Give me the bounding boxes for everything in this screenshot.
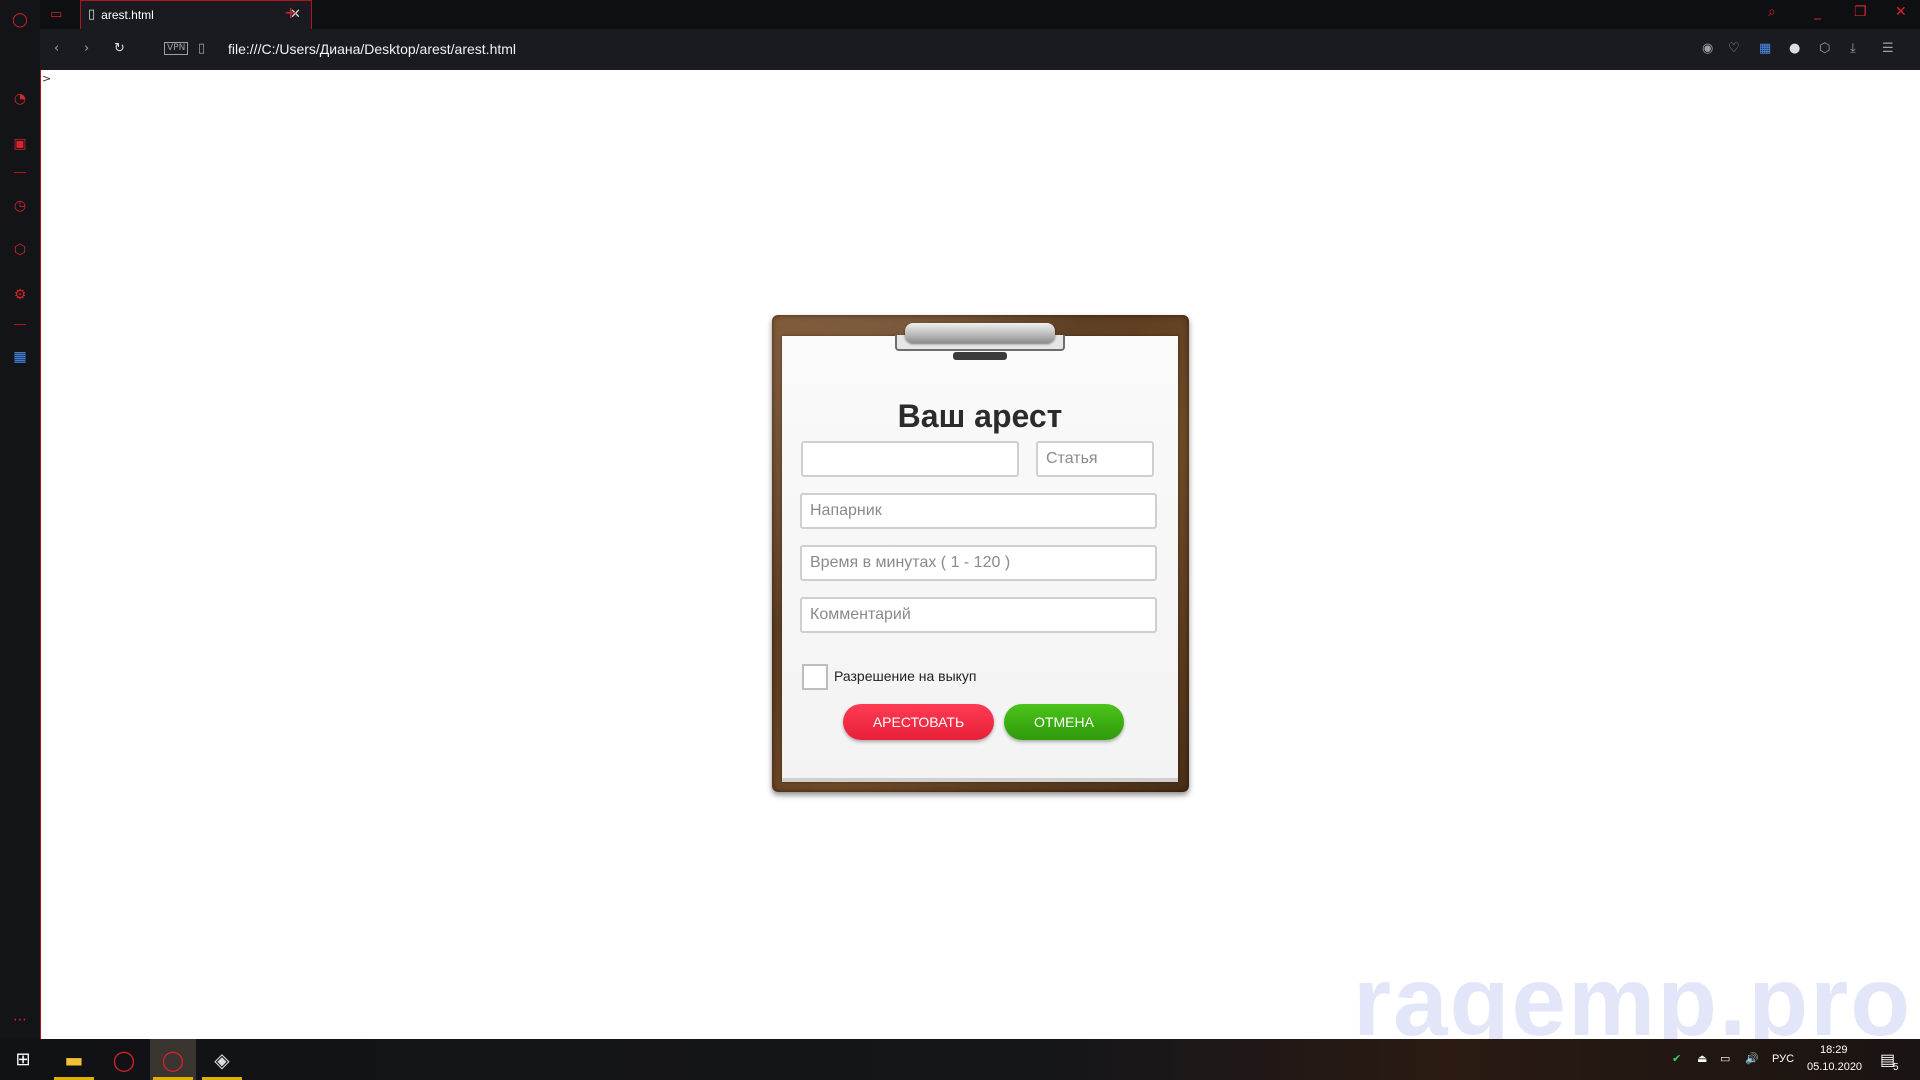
search-tabs-icon[interactable]: ⌕ — [1768, 4, 1776, 20]
clock-date[interactable]: 05.10.2020 — [1807, 1061, 1862, 1073]
snapshot-icon[interactable]: ◉ — [1702, 41, 1713, 57]
tab-arest-html[interactable]: ▯ arest.html ✕ — [80, 0, 312, 29]
address-bar: ‹ › ↻ VPN ▯ file:///C:/Users/Диана/Deskt… — [40, 29, 1920, 70]
name-input[interactable] — [801, 441, 1019, 477]
vpn-badge[interactable]: VPN — [164, 42, 189, 55]
twitch-icon[interactable]: ▣ — [0, 130, 40, 158]
reload-icon[interactable]: ↻ — [114, 41, 125, 57]
page-caret: > — [42, 72, 52, 85]
arrest-clipboard: Ваш арест Разрешение на выкуп АРЕСТОВАТЬ… — [772, 315, 1189, 792]
tab-title: arest.html — [101, 8, 154, 22]
cancel-button[interactable]: ОТМЕНА — [1004, 704, 1124, 740]
translator-ext-icon[interactable]: ▦ — [1759, 41, 1771, 57]
bail-checkbox-label: Разрешение на выкуп — [834, 668, 977, 684]
easy-setup-icon[interactable]: ☰ — [1882, 41, 1894, 57]
partner-input[interactable] — [800, 493, 1157, 529]
close-window-icon[interactable]: ✕ — [1895, 4, 1907, 20]
comment-input[interactable] — [800, 597, 1157, 633]
speed-dial-icon[interactable]: ◔ — [0, 85, 40, 113]
time-input[interactable] — [800, 545, 1157, 581]
form-title: Ваш арест — [897, 398, 1063, 434]
bail-checkbox[interactable] — [802, 664, 828, 690]
more-icon[interactable]: ⋯ — [0, 1006, 40, 1034]
clip-slot — [953, 352, 1007, 360]
page-info-icon[interactable]: ▯ — [198, 41, 205, 57]
downloads-icon[interactable]: ⤓ — [1850, 41, 1856, 57]
browser-sidebar: ◯ ◔ ▣ ◷ ⬡ ⚙ ▦ ⋯ — [0, 0, 41, 1039]
sidebar-divider — [14, 324, 26, 325]
volume-tray-icon[interactable]: 🔊 — [1745, 1052, 1759, 1065]
forward-icon[interactable]: › — [84, 41, 89, 57]
notifications-count: 5 — [1893, 1062, 1899, 1073]
app-taskbar-icon[interactable]: ◈ — [199, 1039, 245, 1080]
network-tray-icon[interactable]: ▭ — [1720, 1052, 1730, 1065]
language-indicator[interactable]: РУС — [1772, 1053, 1794, 1065]
form-paper: Ваш арест Разрешение на выкуп АРЕСТОВАТЬ… — [782, 336, 1178, 782]
extensions-icon[interactable]: ⬡ — [0, 236, 40, 264]
page-content: > Ваш арест Разрешение на выкуп АРЕСТОВА… — [41, 70, 1920, 1056]
restore-icon[interactable]: ❐ — [1854, 4, 1867, 20]
clip-top — [905, 323, 1055, 343]
opera-gx-taskbar-icon[interactable]: ◯ — [150, 1039, 196, 1080]
back-icon[interactable]: ‹ — [54, 41, 59, 57]
arrest-button[interactable]: АРЕСТОВАТЬ — [843, 704, 994, 740]
opera-logo-icon[interactable]: ◯ — [0, 6, 40, 34]
game-mode-icon[interactable]: ▭ — [50, 7, 62, 23]
url-field[interactable]: file:///C:/Users/Диана/Desktop/arest/are… — [228, 41, 516, 57]
windows-taskbar: ⊞ ▬ ◯ ◯ ◈ ✔ ⏏ ▭ 🔊 РУС 18:29 05.10.2020 ▤… — [0, 1039, 1920, 1080]
cube-ext-icon[interactable]: ⬡ — [1819, 41, 1830, 57]
security-tray-icon[interactable]: ✔ — [1672, 1052, 1681, 1065]
clock-time[interactable]: 18:29 — [1820, 1044, 1848, 1056]
sidebar-divider — [14, 172, 26, 173]
file-explorer-icon[interactable]: ▬ — [51, 1039, 97, 1080]
bookmark-heart-icon[interactable]: ♡ — [1728, 41, 1740, 57]
new-tab-icon[interactable]: + — [284, 5, 297, 21]
settings-icon[interactable]: ⚙ — [0, 281, 40, 309]
usb-tray-icon[interactable]: ⏏ — [1697, 1052, 1707, 1065]
translate-icon[interactable]: ▦ — [0, 343, 40, 371]
vk-ext-icon[interactable]: ● — [1789, 41, 1800, 57]
history-icon[interactable]: ◷ — [0, 192, 40, 220]
windows-start-icon[interactable]: ⊞ — [0, 1039, 46, 1080]
file-icon: ▯ — [88, 7, 96, 22]
opera-taskbar-icon[interactable]: ◯ — [101, 1039, 147, 1080]
article-input[interactable] — [1036, 441, 1154, 477]
clipboard-clip — [895, 323, 1065, 360]
minimize-icon[interactable]: _ — [1814, 4, 1821, 20]
tab-bar: ▭ ▯ arest.html ✕ + ⌕ _ ❐ ✕ — [40, 0, 1920, 30]
